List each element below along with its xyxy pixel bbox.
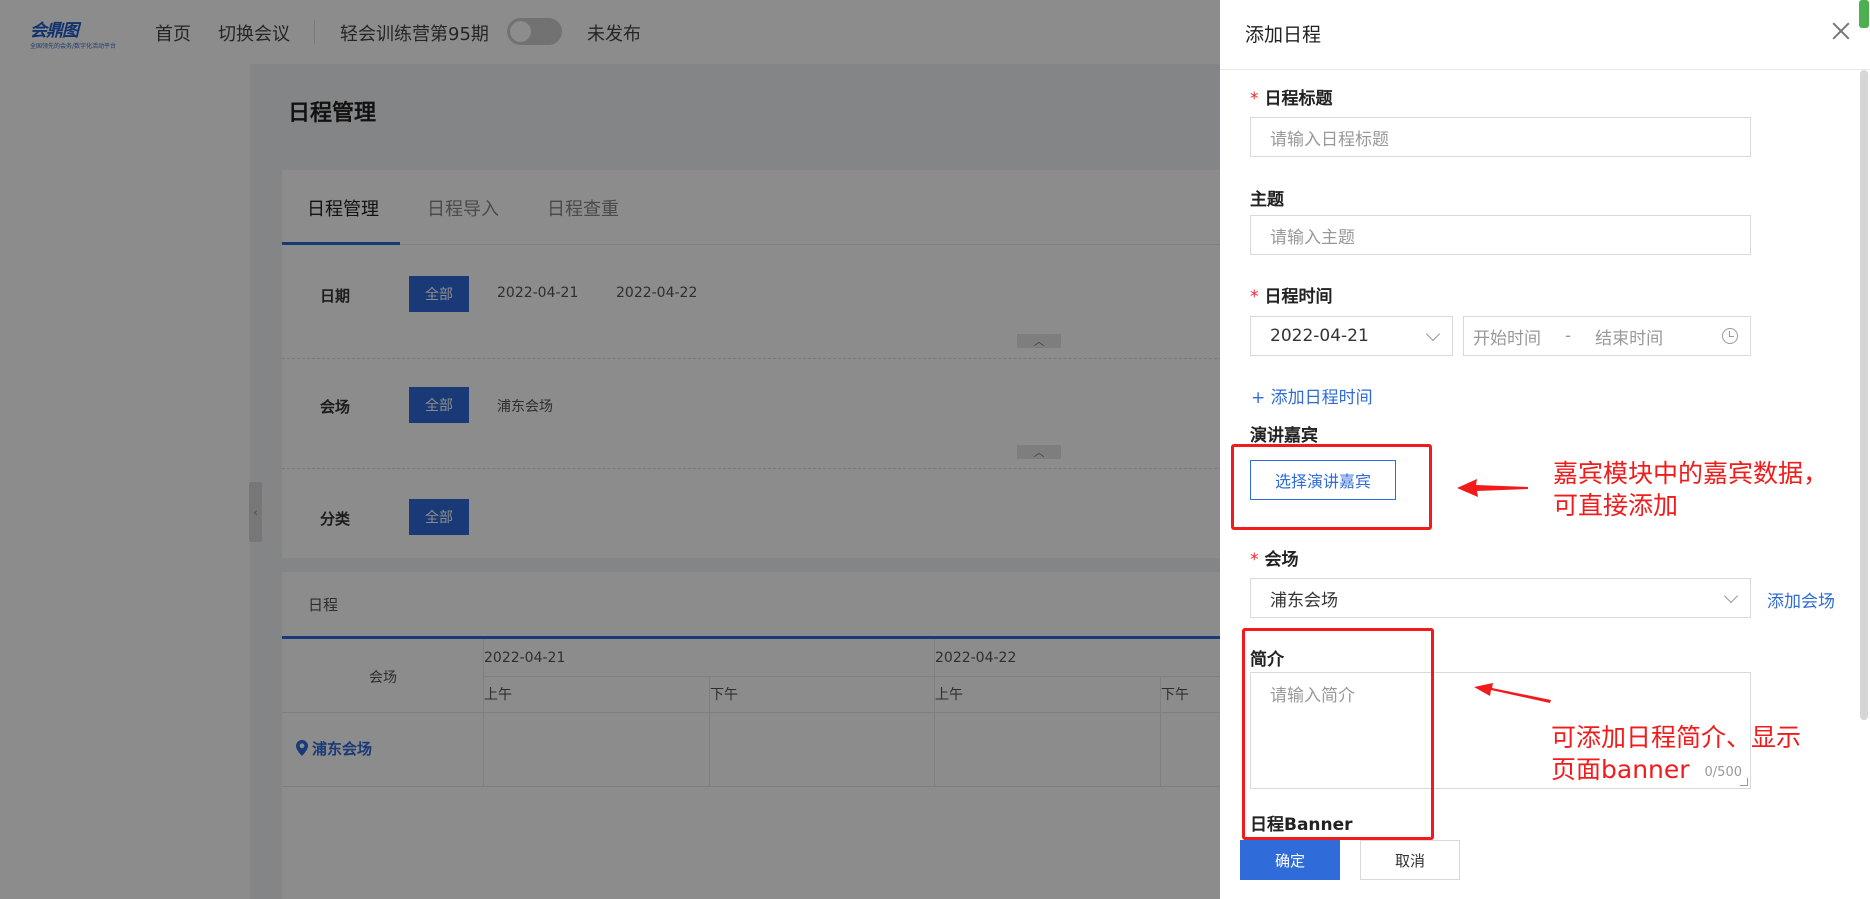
field-time-label: * 日程时间 [1250,282,1333,307]
clock-icon [1722,328,1738,344]
intro-annotation-line2: 页面banner [1551,755,1690,784]
theme-input[interactable]: 请输入主题 [1250,215,1751,255]
venue-select-value: 浦东会场 [1270,590,1338,611]
close-icon[interactable] [1830,20,1852,42]
drawer-header: 添加日程 [1220,0,1870,70]
field-title-label-text: 日程标题 [1264,89,1333,109]
end-time-placeholder: 结束时间 [1595,328,1664,349]
chevron-down-icon [1723,588,1739,604]
add-schedule-time-link[interactable]: + 添加日程时间 [1251,383,1373,408]
required-mark: * [1250,89,1259,109]
drawer-scrollbar[interactable] [1860,70,1868,720]
time-range-picker[interactable]: 开始时间 - 结束时间 [1463,316,1751,356]
intro-annotation-line1: 可添加日程简介、显示 [1551,723,1802,752]
field-theme-label: 主题 [1250,190,1284,210]
time-separator: - [1565,326,1572,346]
intro-annotation: 可添加日程简介、显示 页面banner [1551,722,1801,786]
drawer-title: 添加日程 [1245,24,1322,46]
start-time-placeholder: 开始时间 [1473,328,1541,349]
field-venue-label: * 会场 [1250,545,1299,570]
confirm-button[interactable]: 确定 [1240,840,1340,880]
cancel-button[interactable]: 取消 [1360,840,1460,880]
schedule-date-select[interactable]: 2022-04-21 [1250,316,1453,356]
schedule-date-value: 2022-04-21 [1270,326,1369,346]
field-title-label: * 日程标题 [1250,84,1333,109]
schedule-title-placeholder: 请输入日程标题 [1270,129,1389,150]
schedule-title-input[interactable]: 请输入日程标题 [1250,117,1751,157]
speaker-annotation-line1: 嘉宾模块中的嘉宾数据， [1553,459,1829,488]
speaker-highlight-box [1231,444,1432,530]
add-venue-link[interactable]: 添加会场 [1767,587,1835,612]
venue-select[interactable]: 浦东会场 [1250,578,1751,618]
field-venue-label-text: 会场 [1264,550,1299,570]
required-mark: * [1250,550,1259,570]
field-time-label-text: 日程时间 [1264,287,1333,307]
field-speaker-label: 演讲嘉宾 [1250,426,1318,446]
required-mark: * [1250,287,1259,307]
theme-placeholder: 请输入主题 [1270,227,1355,248]
speaker-annotation-line2: 可直接添加 [1553,491,1679,520]
intro-highlight-box [1242,628,1434,840]
status-indicator [1859,0,1869,28]
speaker-annotation: 嘉宾模块中的嘉宾数据， 可直接添加 [1553,458,1828,522]
chevron-down-icon [1425,326,1441,342]
